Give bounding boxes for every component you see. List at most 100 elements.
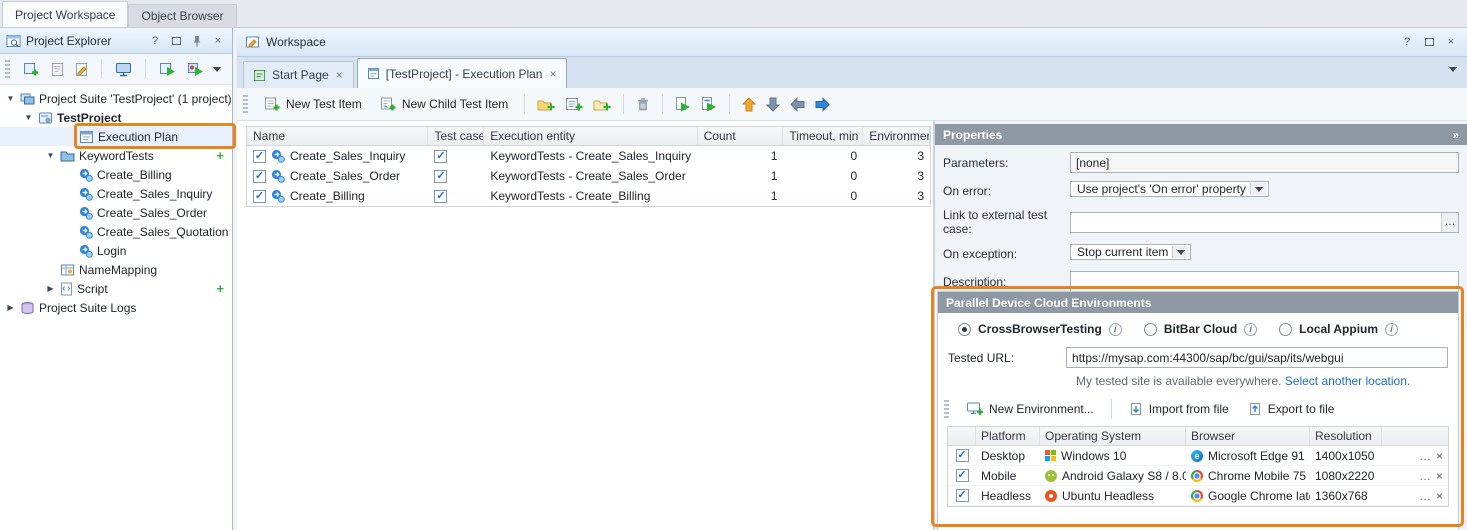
dropdown-caret-icon[interactable] bbox=[1250, 183, 1267, 195]
outdent-button[interactable] bbox=[788, 95, 807, 114]
tree-item-testproject[interactable]: ▼ TestProject bbox=[0, 108, 232, 127]
remove-environment-icon[interactable]: × bbox=[1436, 449, 1443, 463]
radio-bitbar-cloud[interactable]: BitBar Cloud i bbox=[1144, 322, 1257, 336]
description-field[interactable] bbox=[1070, 271, 1459, 292]
row-checkbox[interactable]: ✓ bbox=[253, 150, 266, 163]
tab-project-workspace[interactable]: Project Workspace bbox=[2, 1, 128, 27]
table-row[interactable]: ✓Create_Sales_Order ✓ KeywordTests - Cre… bbox=[247, 166, 930, 186]
edit-item-button[interactable] bbox=[73, 60, 90, 79]
run-from-selected-button[interactable] bbox=[699, 94, 719, 114]
environment-row[interactable]: ✓ Desktop Windows 10 eMicrosoft Edge 91 … bbox=[948, 446, 1448, 466]
tab-execution-plan[interactable]: [TestProject] - Execution Plan × bbox=[357, 58, 568, 88]
tab-object-browser[interactable]: Object Browser bbox=[128, 4, 236, 27]
more-options-icon[interactable]: … bbox=[1419, 469, 1431, 483]
new-environment-button[interactable]: New Environment... bbox=[960, 398, 1100, 420]
run-dropdown-caret[interactable] bbox=[213, 67, 221, 72]
add-existing-group-button[interactable] bbox=[591, 95, 613, 114]
more-options-icon[interactable]: … bbox=[1419, 489, 1431, 503]
on-exception-select[interactable]: Stop current item bbox=[1070, 244, 1191, 260]
tree-item-project-suite-logs[interactable]: ▶ Project Suite Logs bbox=[0, 298, 232, 317]
remove-environment-icon[interactable]: × bbox=[1436, 469, 1443, 483]
pin-icon[interactable] bbox=[189, 33, 205, 49]
add-script-icon[interactable]: + bbox=[216, 282, 224, 295]
move-up-button[interactable] bbox=[740, 95, 758, 114]
row-checkbox[interactable]: ✓ bbox=[253, 190, 266, 203]
new-group-button[interactable] bbox=[535, 95, 557, 114]
tree-item-create-sales-order[interactable]: Create_Sales_Order bbox=[0, 203, 232, 222]
on-error-select[interactable]: Use project's 'On error' property bbox=[1070, 181, 1269, 197]
close-icon[interactable]: × bbox=[1443, 34, 1459, 50]
env-checkbox[interactable]: ✓ bbox=[956, 469, 969, 482]
tree-item-keywordtests[interactable]: ▼ KeywordTests + bbox=[0, 146, 232, 165]
tab-start-page[interactable]: Start Page × bbox=[243, 61, 354, 88]
toolbar-grip[interactable] bbox=[944, 400, 949, 418]
float-icon[interactable] bbox=[168, 33, 184, 49]
radio-icon[interactable] bbox=[1279, 323, 1292, 336]
tree-item-create-sales-quotation[interactable]: Create_Sales_Quotation bbox=[0, 222, 232, 241]
radio-icon[interactable] bbox=[958, 323, 971, 336]
link-external-field[interactable] bbox=[1070, 212, 1459, 233]
float-icon[interactable] bbox=[1421, 34, 1437, 50]
import-from-file-button[interactable]: Import from file bbox=[1123, 399, 1235, 420]
move-down-button[interactable] bbox=[764, 95, 782, 114]
expander-icon[interactable]: ▼ bbox=[5, 94, 16, 103]
table-row[interactable]: ✓Create_Sales_Inquiry ✓ KeywordTests - C… bbox=[247, 146, 930, 166]
tree-item-script[interactable]: ▶ Script + bbox=[0, 279, 232, 298]
help-icon[interactable]: ? bbox=[1399, 34, 1415, 50]
dropdown-caret-icon[interactable] bbox=[1172, 246, 1189, 258]
help-icon[interactable]: ? bbox=[147, 33, 163, 49]
new-test-item-button[interactable]: New Test Item bbox=[258, 93, 368, 115]
radio-crossbrowsertesting[interactable]: CrossBrowserTesting i bbox=[958, 322, 1122, 336]
run-selected-button[interactable] bbox=[673, 94, 693, 114]
indent-button[interactable] bbox=[813, 95, 832, 114]
close-tab-icon[interactable]: × bbox=[548, 67, 557, 81]
row-checkbox[interactable]: ✓ bbox=[253, 170, 266, 183]
expander-icon[interactable]: ▼ bbox=[23, 113, 34, 122]
tree-item-login[interactable]: Login bbox=[0, 241, 232, 260]
more-options-icon[interactable]: … bbox=[1419, 449, 1431, 463]
table-row[interactable]: ✓Create_Billing ✓ KeywordTests - Create_… bbox=[247, 186, 930, 206]
add-new-item-button[interactable] bbox=[21, 59, 42, 79]
radio-icon[interactable] bbox=[1144, 323, 1157, 336]
tab-list-caret[interactable] bbox=[1449, 67, 1457, 72]
env-checkbox[interactable]: ✓ bbox=[956, 489, 969, 502]
tree-item-namemapping[interactable]: NameMapping bbox=[0, 260, 232, 279]
tree-item-execution-plan[interactable]: Execution Plan bbox=[0, 127, 232, 146]
tree-item-create-billing[interactable]: Create_Billing bbox=[0, 165, 232, 184]
tested-url-field[interactable] bbox=[1066, 347, 1448, 368]
radio-local-appium[interactable]: Local Appium i bbox=[1279, 322, 1398, 336]
environment-row[interactable]: ✓ Headless Ubuntu Headless Google Chrome… bbox=[948, 486, 1448, 506]
parameters-field[interactable] bbox=[1070, 152, 1459, 173]
toolbar-grip[interactable] bbox=[243, 95, 248, 113]
run-project-suite-button[interactable] bbox=[185, 59, 206, 79]
select-location-link[interactable]: Select another location. bbox=[1285, 374, 1410, 388]
tree-item-create-sales-inquiry[interactable]: Create_Sales_Inquiry bbox=[0, 184, 232, 203]
add-existing-item-button[interactable] bbox=[49, 60, 66, 79]
collapse-panel-icon[interactable]: » bbox=[1452, 128, 1459, 142]
new-child-test-item-button[interactable]: New Child Test Item bbox=[374, 93, 514, 115]
test-case-checkbox[interactable]: ✓ bbox=[434, 150, 447, 163]
environment-row[interactable]: ✓ Mobile Android Galaxy S8 / 8.0 Chrome … bbox=[948, 466, 1448, 486]
test-case-checkbox[interactable]: ✓ bbox=[434, 170, 447, 183]
delete-button[interactable] bbox=[634, 95, 652, 114]
remove-environment-icon[interactable]: × bbox=[1436, 489, 1443, 503]
add-keyword-test-icon[interactable]: + bbox=[216, 149, 224, 162]
run-project-button[interactable] bbox=[157, 59, 178, 79]
browse-icon[interactable]: … bbox=[1441, 213, 1458, 232]
new-items-from-list-button[interactable] bbox=[563, 95, 585, 114]
test-case-checkbox[interactable]: ✓ bbox=[434, 190, 447, 203]
object-browser-icon-button[interactable] bbox=[113, 60, 134, 79]
info-icon[interactable]: i bbox=[1109, 323, 1122, 336]
expander-icon[interactable]: ▼ bbox=[45, 151, 56, 160]
expander-icon[interactable]: ▶ bbox=[5, 303, 16, 312]
close-icon[interactable]: × bbox=[210, 33, 226, 49]
tree-item-project-suite[interactable]: ▼ Project Suite 'TestProject' (1 project… bbox=[0, 89, 232, 108]
env-checkbox[interactable]: ✓ bbox=[956, 449, 969, 462]
export-to-file-button[interactable]: Export to file bbox=[1242, 399, 1341, 420]
toolbar-grip[interactable] bbox=[5, 60, 10, 78]
close-tab-icon[interactable]: × bbox=[335, 68, 344, 82]
info-icon[interactable]: i bbox=[1244, 323, 1257, 336]
expander-icon[interactable]: ▶ bbox=[45, 284, 56, 293]
workspace-header: Workspace ? × bbox=[237, 28, 1467, 57]
info-icon[interactable]: i bbox=[1385, 323, 1398, 336]
